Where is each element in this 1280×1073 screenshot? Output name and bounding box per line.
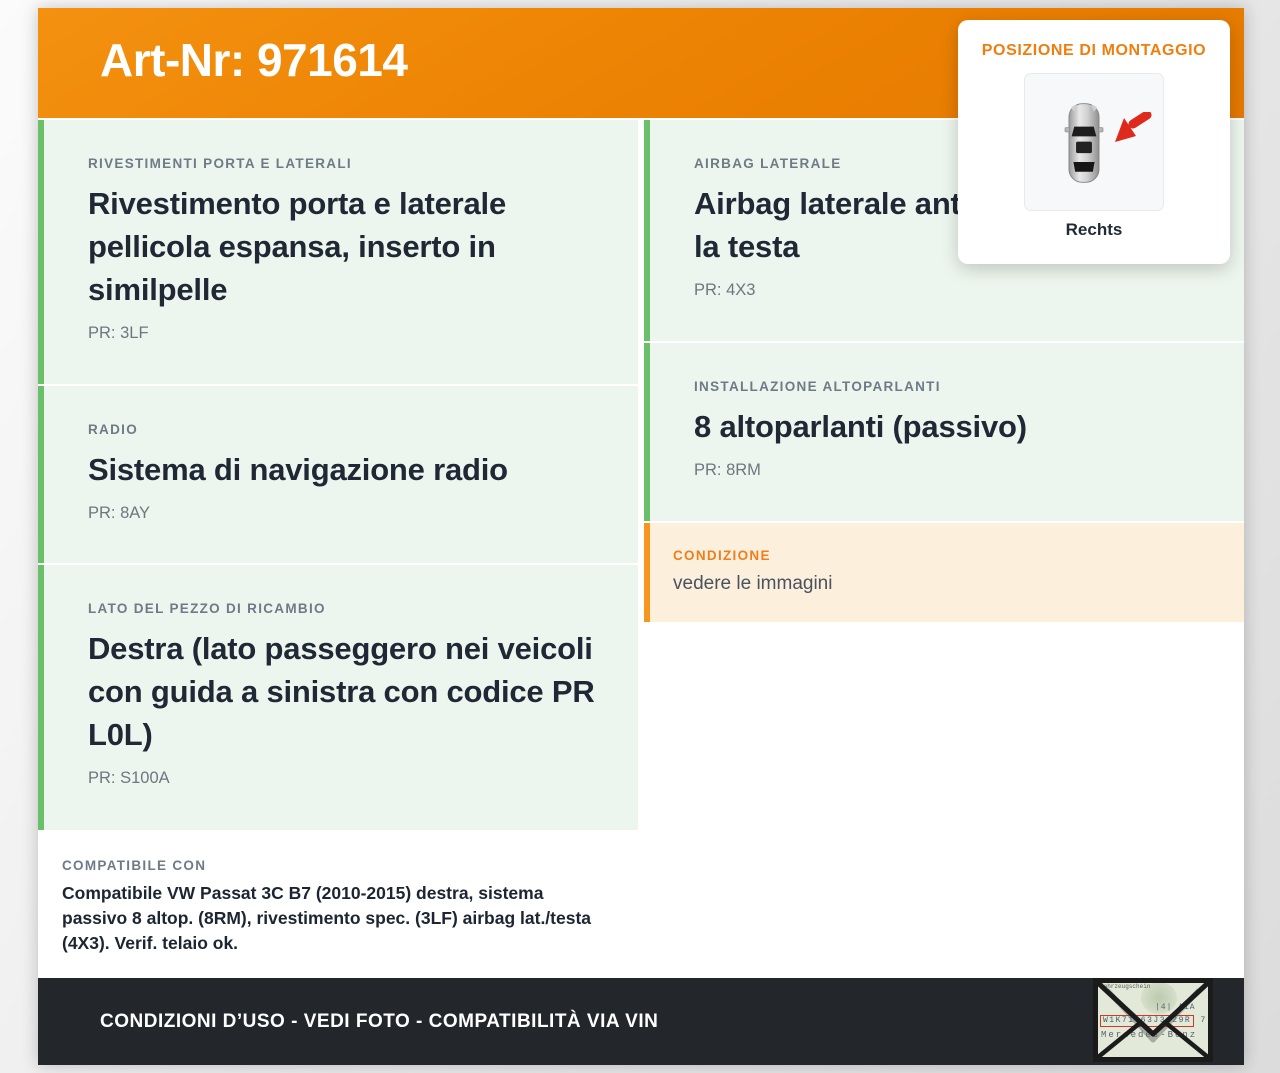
footer-bar: CONDIZIONI D’USO - VEDI FOTO - COMPATIBI… bbox=[38, 978, 1244, 1065]
card-label: LATO DEL PEZZO DI RICAMBIO bbox=[88, 601, 608, 616]
card-label: INSTALLAZIONE ALTOPARLANTI bbox=[694, 379, 1214, 394]
pr-code: PR: 8AY bbox=[88, 504, 608, 523]
pr-code: PR: 4X3 bbox=[694, 281, 1214, 300]
card-title: Rivestimento porta e laterale pellicola … bbox=[88, 182, 608, 311]
pr-code: PR: S100A bbox=[88, 769, 608, 788]
condition-card: CONDIZIONE vedere le immagini bbox=[644, 523, 1244, 622]
mounting-position-label: POSIZIONE DI MONTAGGIO bbox=[958, 42, 1230, 60]
spec-card-altoparlanti: INSTALLAZIONE ALTOPARLANTI 8 altoparlant… bbox=[644, 343, 1244, 521]
left-column: RIVESTIMENTI PORTA E LATERALI Rivestimen… bbox=[38, 120, 638, 975]
vehicle-document-thumbnail: Fahrzeugschein |4| AiA W1K71463J3129R 7 … bbox=[1093, 978, 1213, 1062]
pr-code: PR: 8RM bbox=[694, 461, 1214, 480]
card-label: RIVESTIMENTI PORTA E LATERALI bbox=[88, 156, 608, 171]
article-number: Art-Nr: 971614 bbox=[100, 33, 407, 87]
mounting-position-value: Rechts bbox=[958, 220, 1230, 240]
pr-code: PR: 3LF bbox=[88, 324, 608, 343]
mounting-position-card: POSIZIONE DI MONTAGGIO bbox=[958, 20, 1230, 264]
condition-text: vedere le immagini bbox=[673, 573, 1220, 595]
car-image-box bbox=[1024, 73, 1164, 211]
condition-label: CONDIZIONE bbox=[673, 548, 1220, 563]
listing-sheet: Art-Nr: 971614 RIVESTIMENTI PORTA E LATE… bbox=[38, 8, 1244, 1065]
spec-card-rivestimenti: RIVESTIMENTI PORTA E LATERALI Rivestimen… bbox=[38, 120, 638, 384]
card-title: Sistema di navigazione radio bbox=[88, 448, 608, 491]
envelope-icon bbox=[1093, 978, 1213, 1062]
compatibility-card: COMPATIBILE CON Compatibile VW Passat 3C… bbox=[38, 832, 638, 975]
card-label: RADIO bbox=[88, 422, 608, 437]
car-top-view-icon bbox=[1061, 101, 1107, 185]
card-title: Destra (lato passeggero nei veicoli con … bbox=[88, 627, 608, 756]
card-label: COMPATIBILE CON bbox=[62, 858, 610, 873]
spec-card-lato: LATO DEL PEZZO DI RICAMBIO Destra (lato … bbox=[38, 565, 638, 830]
compatibility-text: Compatibile VW Passat 3C B7 (2010-2015) … bbox=[62, 881, 610, 956]
card-title: 8 altoparlanti (passivo) bbox=[694, 405, 1214, 448]
red-arrow-icon bbox=[1111, 112, 1153, 146]
footer-text: CONDIZIONI D’USO - VEDI FOTO - COMPATIBI… bbox=[100, 1011, 658, 1033]
spec-card-radio: RADIO Sistema di navigazione radio PR: 8… bbox=[38, 386, 638, 563]
